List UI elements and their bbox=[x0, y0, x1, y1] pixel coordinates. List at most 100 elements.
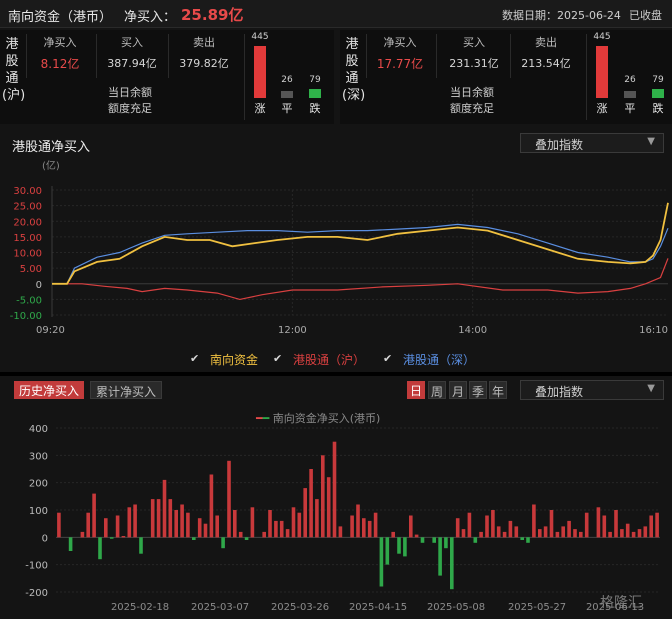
bar bbox=[303, 488, 307, 538]
sell-label: 卖出 bbox=[535, 36, 557, 49]
bar bbox=[150, 499, 155, 538]
series-line-sz-connect bbox=[52, 223, 669, 285]
period-month[interactable]: 月 bbox=[449, 381, 467, 399]
bar bbox=[432, 537, 436, 543]
page-title: 南向资金（港币） bbox=[8, 10, 113, 25]
bar bbox=[233, 510, 237, 538]
balance-label: 当日余额 bbox=[450, 86, 494, 99]
bar bbox=[625, 523, 630, 538]
bar bbox=[467, 512, 472, 538]
y-tick-label: 300 bbox=[29, 451, 48, 462]
bar bbox=[68, 537, 73, 551]
balance-value: 额度充足 bbox=[108, 102, 152, 115]
bar bbox=[579, 531, 583, 538]
bar bbox=[526, 537, 530, 543]
x-tick-label: 2025-04-15 bbox=[349, 602, 407, 613]
bar bbox=[139, 537, 143, 554]
y-tick-label: 10.00 bbox=[13, 249, 42, 260]
buy-label: 买入 bbox=[121, 36, 143, 49]
bar bbox=[409, 515, 413, 538]
sell-cell: 卖出 379.82亿 bbox=[170, 34, 238, 71]
balance-label: 当日余额 bbox=[108, 86, 152, 99]
down-count: 79 bbox=[309, 75, 321, 85]
bar bbox=[86, 512, 90, 538]
bar bbox=[197, 518, 202, 538]
down-label: 跌 bbox=[309, 102, 321, 115]
bar bbox=[315, 499, 319, 538]
flat-label: 平 bbox=[281, 102, 293, 115]
y-tick-label: 0 bbox=[42, 533, 48, 544]
bar bbox=[104, 518, 108, 538]
bar bbox=[403, 537, 407, 557]
period-day[interactable]: 日 bbox=[407, 381, 425, 399]
buy-value: 231.31亿 bbox=[449, 57, 499, 70]
up-bar bbox=[254, 46, 266, 98]
balance-block: 当日余额 额度充足 bbox=[108, 85, 152, 117]
top-bar: 南向资金（港币） 净买入： 25.89亿 数据日期：2025-06-24 已收盘 bbox=[0, 0, 672, 28]
bar bbox=[538, 529, 542, 538]
bar bbox=[92, 493, 96, 538]
series-line-sh-connect bbox=[52, 258, 669, 301]
bar bbox=[561, 526, 565, 538]
x-tick-label: 14:00 bbox=[458, 325, 487, 336]
net-buy-value: 8.12亿 bbox=[40, 57, 80, 71]
bar bbox=[391, 531, 395, 538]
checkbox-icon[interactable]: ✔ bbox=[273, 352, 282, 365]
intraday-line-chart: (亿) 30.00 25.00 20.00 15.00 10.00 5.00 0 -5.00 -1… bbox=[10, 159, 669, 336]
sell-value: 379.82亿 bbox=[179, 57, 229, 70]
bar bbox=[549, 510, 554, 538]
tab-cumulative-net-buy[interactable]: 累计净买入 bbox=[90, 381, 163, 399]
legend-label: 港股通（深） bbox=[403, 353, 476, 367]
bar bbox=[508, 520, 513, 538]
y-tick-label: 5.00 bbox=[20, 264, 42, 275]
bar bbox=[649, 515, 653, 538]
y-unit-label: (亿) bbox=[42, 159, 60, 172]
history-overlay-index-select[interactable]: 叠加指数 ▼ bbox=[520, 380, 664, 400]
up-count: 445 bbox=[251, 32, 269, 42]
net-buy-label: 净买入： bbox=[124, 10, 177, 25]
bar bbox=[156, 499, 161, 538]
bar bbox=[174, 510, 178, 538]
bar bbox=[350, 515, 354, 538]
period-quarter[interactable]: 季 bbox=[469, 381, 487, 399]
bar bbox=[514, 526, 519, 538]
overlay-index-value: 叠加指数 bbox=[535, 385, 584, 399]
period-week[interactable]: 周 bbox=[428, 381, 446, 399]
flat-bar bbox=[281, 91, 293, 98]
tab-history-net-buy[interactable]: 历史净买入 bbox=[14, 381, 85, 399]
buy-cell: 买入 231.31亿 bbox=[440, 34, 508, 71]
bar bbox=[192, 537, 196, 540]
period-year[interactable]: 年 bbox=[489, 381, 507, 399]
bar bbox=[367, 520, 372, 538]
down-label: 跌 bbox=[652, 102, 664, 115]
bar bbox=[244, 537, 249, 540]
net-buy-label: 净买入 bbox=[383, 36, 417, 49]
bar bbox=[520, 537, 524, 540]
sell-label: 卖出 bbox=[193, 36, 215, 49]
bar bbox=[291, 507, 296, 538]
flat-count: 26 bbox=[281, 75, 293, 85]
bar bbox=[133, 504, 137, 538]
bar bbox=[555, 531, 560, 538]
checkbox-icon[interactable]: ✔ bbox=[190, 352, 199, 365]
down-count: 79 bbox=[652, 75, 664, 85]
x-tick-label: 2025-02-18 bbox=[111, 602, 169, 613]
bar bbox=[385, 537, 390, 565]
bar bbox=[631, 531, 636, 538]
y-tick-label: 15.00 bbox=[13, 233, 42, 244]
bar bbox=[274, 520, 278, 538]
x-tick-label: 16:10 bbox=[639, 325, 668, 336]
bar bbox=[80, 531, 85, 538]
bar bbox=[332, 441, 337, 538]
flat-count: 26 bbox=[624, 75, 636, 85]
bar bbox=[57, 512, 61, 538]
bar bbox=[268, 510, 272, 538]
x-tick-label: 09:20 bbox=[36, 325, 65, 336]
bar bbox=[362, 518, 366, 538]
chevron-down-icon: ▼ bbox=[647, 136, 655, 147]
net-buy-cell: 净买入 17.77亿 bbox=[366, 34, 434, 72]
net-buy-label: 净买入 bbox=[43, 36, 77, 49]
bar bbox=[473, 537, 478, 543]
y-tick-label: 20.00 bbox=[13, 217, 42, 228]
checkbox-icon[interactable]: ✔ bbox=[383, 352, 392, 365]
